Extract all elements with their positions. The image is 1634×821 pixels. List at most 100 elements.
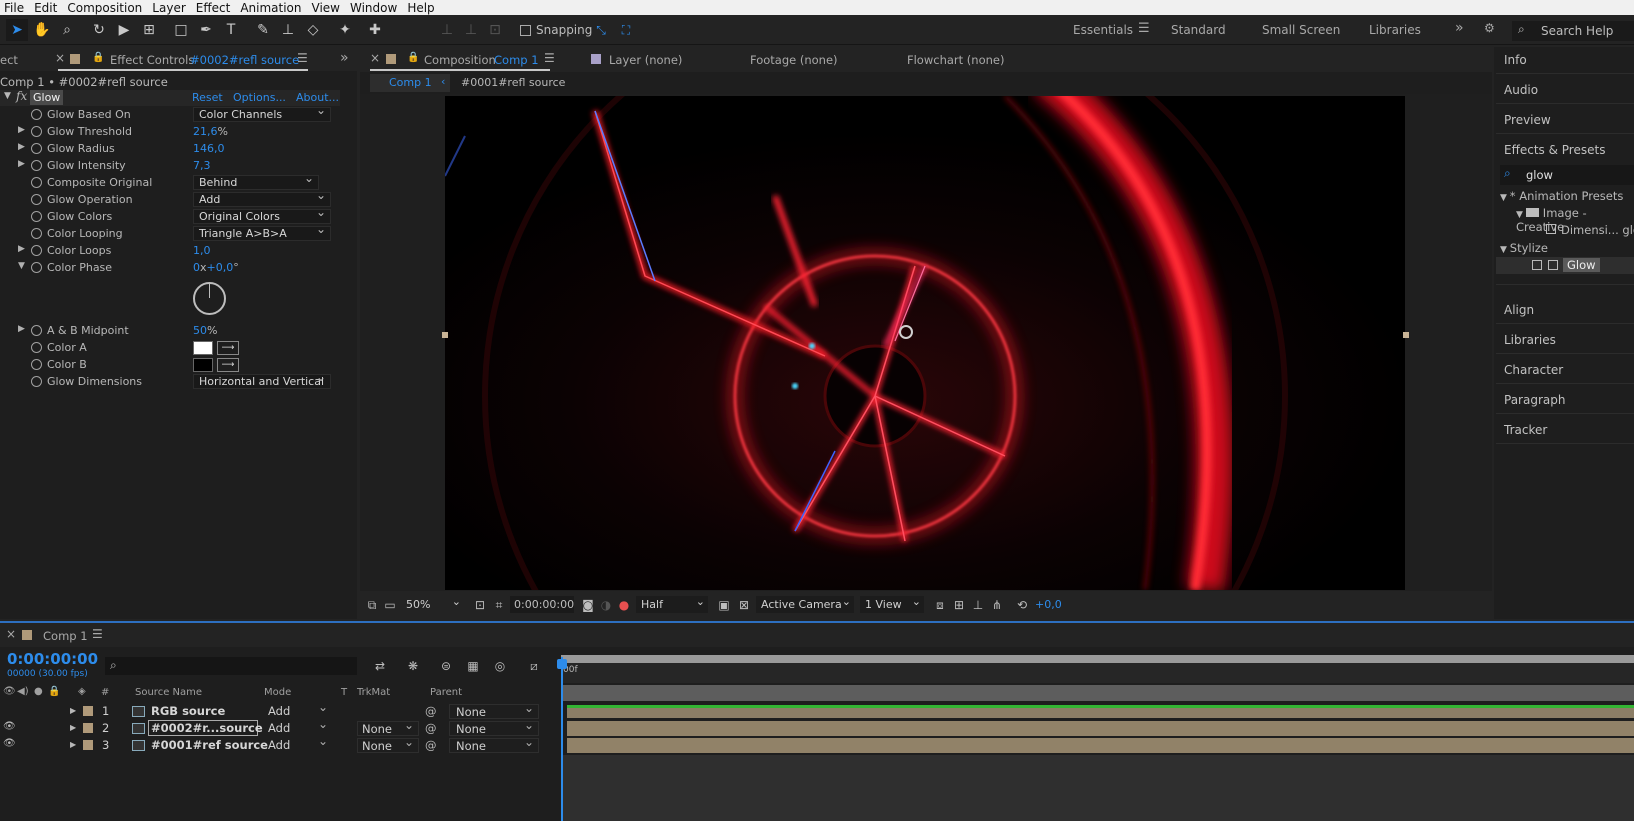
tree-stylize[interactable]: ▼ Stylize — [1500, 241, 1548, 255]
snapshot-camera-icon[interactable]: ◙ — [580, 597, 596, 613]
stopwatch-icon[interactable] — [31, 376, 42, 387]
expand-triangle-icon[interactable]: ▶ — [70, 723, 76, 732]
color-b-swatch[interactable] — [193, 358, 213, 372]
video-visibility-icon[interactable]: 👁 — [3, 738, 16, 749]
close-tab-icon[interactable]: × — [6, 627, 16, 641]
time-ruler[interactable]: 00f — [561, 663, 1634, 683]
pen-tool-icon[interactable]: ✒ — [195, 19, 217, 41]
fast-previews-icon[interactable]: ⊞ — [951, 597, 967, 613]
stopwatch-icon[interactable] — [31, 342, 42, 353]
layer-crumb[interactable]: #0001#refl source — [461, 76, 565, 89]
timeline-search-field[interactable]: ⌕ — [105, 657, 357, 675]
menu-help[interactable]: Help — [403, 1, 440, 15]
stopwatch-icon[interactable] — [31, 262, 42, 273]
panel-menu-icon[interactable]: ☰ — [297, 51, 308, 65]
pickwhip-icon[interactable]: @ — [425, 721, 437, 735]
paragraph-panel-tab[interactable]: Paragraph — [1504, 393, 1565, 407]
color-phase-value[interactable]: 0x+0,0° — [193, 261, 239, 274]
effect-name[interactable]: Glow — [30, 90, 64, 105]
search-help-field[interactable]: ⌕ Search Help — [1512, 21, 1634, 41]
fit-icon[interactable]: ⊡ — [472, 597, 488, 613]
trkmat-dropdown[interactable]: None — [357, 718, 419, 736]
parent-dropdown[interactable]: None — [449, 701, 539, 719]
always-preview-icon[interactable]: ⧉ — [364, 597, 380, 613]
character-panel-tab[interactable]: Character — [1504, 363, 1563, 377]
ab-midpoint-value[interactable]: 50% — [193, 324, 217, 337]
glow-effect-item[interactable]: Glow — [1563, 258, 1600, 272]
lock-icon[interactable]: 🔒 — [407, 52, 419, 63]
zoom-tool-icon[interactable]: ⌕ — [56, 19, 78, 41]
comp-crumb[interactable]: Comp 1 — [389, 76, 432, 89]
layer-name[interactable]: #0001#ref source — [151, 738, 268, 752]
color-a-swatch[interactable] — [193, 341, 213, 355]
effect-controls-layer-name[interactable]: #0002#refl source — [190, 53, 299, 67]
close-tab-icon[interactable]: × — [55, 51, 65, 65]
video-visibility-icon[interactable]: 👁 — [3, 721, 16, 732]
channel-rgb-icon[interactable]: ● — [616, 597, 632, 613]
glow-intensity-value[interactable]: 7,3 — [193, 159, 211, 172]
stopwatch-icon[interactable] — [31, 177, 42, 188]
flowchart-icon[interactable]: ⋔ — [989, 597, 1005, 613]
label-color-swatch[interactable] — [83, 740, 93, 750]
expand-panel-icon[interactable]: » — [340, 50, 349, 66]
layer-handle-right[interactable] — [1403, 332, 1409, 338]
expand-triangle-icon[interactable]: ▶ — [70, 740, 76, 749]
composition-tab-comp[interactable]: Comp 1 — [494, 53, 539, 67]
layer-2-duration-bar[interactable] — [567, 721, 1634, 736]
stopwatch-icon[interactable] — [31, 245, 42, 256]
brush-tool-icon[interactable]: ✎ — [252, 19, 274, 41]
axis-view-icon[interactable]: ⊡ — [484, 19, 506, 41]
tree-glow-row[interactable]: Glow — [1496, 257, 1634, 274]
stopwatch-icon[interactable] — [31, 194, 42, 205]
draft-3d-icon[interactable]: ❋ — [405, 658, 421, 674]
glow-operation-dropdown[interactable]: Add — [193, 189, 331, 207]
workspace-essentials[interactable]: Essentials — [1073, 23, 1133, 37]
panel-menu-icon[interactable]: ☰ — [92, 627, 103, 641]
menu-animation[interactable]: Animation — [236, 1, 307, 15]
expand-triangle-icon[interactable]: ▶ — [18, 142, 25, 152]
more-workspaces-icon[interactable]: » — [1455, 20, 1464, 36]
stopwatch-icon[interactable] — [31, 126, 42, 137]
transparency-grid-icon[interactable]: ⊠ — [736, 597, 752, 613]
align-panel-tab[interactable]: Align — [1504, 303, 1534, 317]
exposure-value[interactable]: +0,0 — [1035, 598, 1062, 611]
fx-toggle[interactable]: fx — [16, 89, 27, 103]
composite-original-dropdown[interactable]: Behind — [193, 172, 319, 190]
expand-triangle-icon[interactable]: ▶ — [18, 324, 25, 334]
puppet-pin-tool-icon[interactable]: ✚ — [364, 19, 386, 41]
effect-collapse-triangle-icon[interactable]: ▼ — [4, 91, 11, 101]
rotate-tool-icon[interactable]: ↻ — [88, 19, 110, 41]
expand-triangle-icon[interactable]: ▶ — [18, 244, 25, 254]
zoom-dropdown[interactable]: 50% ⌄ — [402, 595, 464, 613]
motion-blur-icon[interactable]: ◎ — [492, 658, 508, 674]
pan-behind-tool-icon[interactable]: ⊞ — [138, 19, 160, 41]
layer-3-duration-bar[interactable] — [567, 738, 1634, 753]
workspace-standard[interactable]: Standard — [1171, 23, 1226, 37]
layer-row-1[interactable]: ▶ 1 RGB source Add @ None — [0, 700, 562, 720]
eraser-tool-icon[interactable]: ◇ — [302, 19, 324, 41]
glow-based-on-dropdown[interactable]: Color Channels — [193, 104, 331, 122]
stopwatch-icon[interactable] — [31, 211, 42, 222]
expand-triangle-icon[interactable]: ▶ — [18, 159, 25, 169]
parent-dropdown[interactable]: None — [449, 718, 539, 736]
workspace-small-screen[interactable]: Small Screen — [1262, 23, 1340, 37]
options-link[interactable]: Options... — [233, 91, 286, 104]
snap-bounds-icon[interactable]: ⛶ — [615, 19, 637, 41]
composition-viewer[interactable] — [360, 94, 1492, 591]
stopwatch-icon[interactable] — [31, 325, 42, 336]
audio-panel-tab[interactable]: Audio — [1504, 83, 1538, 97]
workspace-libraries[interactable]: Libraries — [1369, 23, 1421, 37]
glow-colors-dropdown[interactable]: Original Colors — [193, 206, 331, 224]
flowchart-tab[interactable]: Flowchart (none) — [907, 53, 1004, 67]
label-color-swatch[interactable] — [83, 706, 93, 716]
view-layout-dropdown[interactable]: 1 View ⌄ — [860, 595, 924, 613]
roto-brush-tool-icon[interactable]: ✦ — [334, 19, 356, 41]
layer-mode-dropdown[interactable]: Add — [264, 734, 332, 753]
axis-local-icon[interactable]: ⊥ — [436, 19, 458, 41]
current-time-field[interactable]: 0:00:00:00 — [510, 596, 574, 613]
menu-view[interactable]: View — [308, 1, 346, 15]
effects-search-field[interactable]: ⌕ glow — [1500, 165, 1634, 185]
glow-dimensions-dropdown[interactable]: Horizontal and Vertical — [193, 374, 331, 389]
preview-panel-tab[interactable]: Preview — [1504, 113, 1551, 127]
stopwatch-icon[interactable] — [31, 359, 42, 370]
